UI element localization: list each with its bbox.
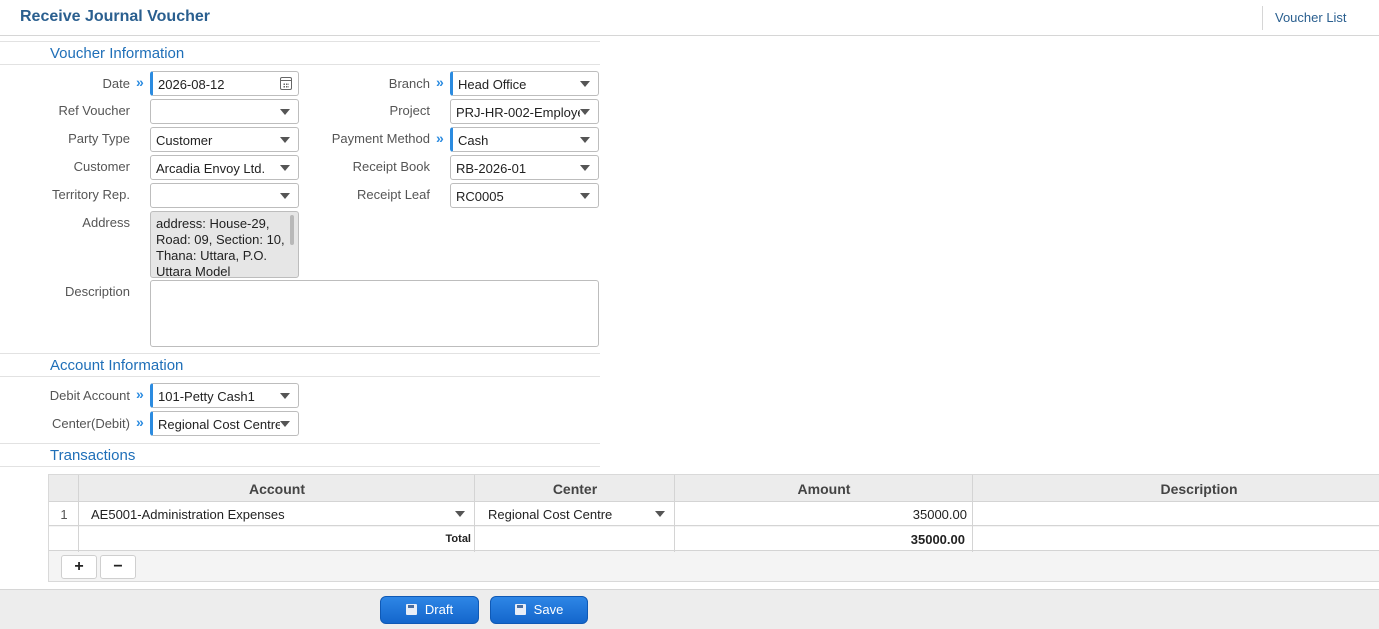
row-center-value[interactable]: Regional Cost Centre bbox=[488, 507, 612, 522]
floppy-disk-icon bbox=[405, 604, 417, 615]
required-icon: » bbox=[136, 386, 144, 402]
customer-label: Customer bbox=[73, 159, 130, 174]
draft-button[interactable]: Draft bbox=[380, 596, 479, 624]
branch-value: Head Office bbox=[458, 77, 527, 92]
table-row[interactable]: 1 AE5001-Administration Expenses Regiona… bbox=[49, 502, 1379, 526]
total-amount: 35000.00 bbox=[910, 532, 965, 547]
caret-down-icon bbox=[280, 193, 290, 199]
debit-account-label: Debit Account bbox=[49, 388, 130, 403]
customer-value: Arcadia Envoy Ltd. bbox=[156, 161, 266, 176]
section-transactions: Transactions bbox=[0, 443, 600, 467]
total-row: Total 35000.00 bbox=[49, 527, 1379, 551]
column-divider bbox=[474, 475, 475, 552]
payment-method-select[interactable]: Cash bbox=[450, 127, 599, 152]
receipt-book-label: Receipt Book bbox=[352, 159, 430, 174]
receipt-book-select[interactable]: RB-2026-01 bbox=[450, 155, 599, 180]
caret-down-icon bbox=[280, 393, 290, 399]
top-bar: Receive Journal Voucher Voucher List bbox=[0, 0, 1379, 36]
receipt-book-value: RB-2026-01 bbox=[456, 161, 527, 176]
column-header-account[interactable]: Account bbox=[79, 481, 475, 497]
required-icon: » bbox=[436, 130, 444, 146]
date-value: 2026-08-12 bbox=[158, 77, 225, 92]
date-field[interactable]: 2026-08-12 bbox=[150, 71, 299, 96]
project-label: Project bbox=[389, 103, 430, 118]
caret-down-icon bbox=[580, 109, 590, 115]
column-divider bbox=[972, 475, 973, 552]
payment-method-value: Cash bbox=[458, 133, 489, 148]
debit-account-value: 101-Petty Cash1 bbox=[158, 389, 255, 404]
caret-down-icon bbox=[280, 421, 290, 427]
topbar-divider bbox=[1262, 6, 1263, 30]
caret-down-icon[interactable] bbox=[655, 511, 665, 517]
section-title: Account Information bbox=[50, 357, 184, 374]
caret-down-icon[interactable] bbox=[455, 511, 465, 517]
address-value: address: House-29, Road: 09, Section: 10… bbox=[156, 216, 285, 278]
date-label: Date bbox=[102, 76, 130, 91]
section-voucher-information: Voucher Information bbox=[0, 41, 600, 65]
row-amount-value[interactable]: 35000.00 bbox=[675, 507, 967, 522]
row-account-value[interactable]: AE5001-Administration Expenses bbox=[91, 507, 285, 522]
section-title: Transactions bbox=[50, 447, 136, 464]
scrollbar-thumb[interactable] bbox=[290, 215, 294, 245]
customer-select[interactable]: Arcadia Envoy Ltd. bbox=[150, 155, 299, 180]
required-icon: » bbox=[436, 74, 444, 90]
voucher-list-link[interactable]: Voucher List bbox=[1275, 10, 1347, 25]
remove-row-button[interactable]: − bbox=[100, 555, 136, 579]
territory-select[interactable] bbox=[150, 183, 299, 208]
payment-method-label: Payment Method bbox=[331, 131, 430, 146]
center-debit-select[interactable]: Regional Cost Centre bbox=[150, 411, 299, 436]
description-label: Description bbox=[64, 284, 130, 299]
center-debit-value: Regional Cost Centre bbox=[158, 417, 280, 432]
floppy-disk-icon bbox=[514, 604, 526, 615]
receipt-leaf-select[interactable]: RC0005 bbox=[450, 183, 599, 208]
section-title: Voucher Information bbox=[50, 45, 185, 62]
address-textarea[interactable]: address: House-29, Road: 09, Section: 10… bbox=[150, 211, 299, 278]
center-debit-label: Center(Debit) bbox=[51, 416, 130, 431]
column-header-description[interactable]: Description bbox=[973, 481, 1379, 497]
debit-account-select[interactable]: 101-Petty Cash1 bbox=[150, 383, 299, 408]
caret-down-icon bbox=[580, 193, 590, 199]
section-account-information: Account Information bbox=[0, 353, 600, 377]
project-select[interactable]: PRJ-HR-002-Employee bbox=[450, 99, 599, 124]
transactions-grid: Account Center Amount Description 1 AE50… bbox=[48, 474, 1379, 582]
grid-header: Account Center Amount Description bbox=[49, 475, 1379, 502]
territory-label: Territory Rep. bbox=[51, 187, 130, 202]
draft-label: Draft bbox=[424, 602, 454, 617]
receipt-leaf-value: RC0005 bbox=[456, 189, 504, 204]
total-label: Total bbox=[445, 533, 471, 545]
receipt-leaf-label: Receipt Leaf bbox=[357, 187, 430, 202]
address-label: Address bbox=[82, 215, 130, 230]
column-divider bbox=[674, 475, 675, 552]
party-type-label: Party Type bbox=[68, 131, 130, 146]
caret-down-icon bbox=[580, 81, 590, 87]
caret-down-icon bbox=[280, 109, 290, 115]
caret-down-icon bbox=[580, 165, 590, 171]
save-button[interactable]: Save bbox=[490, 596, 588, 624]
description-textarea[interactable] bbox=[150, 280, 599, 347]
column-header-center[interactable]: Center bbox=[475, 481, 675, 497]
column-header-amount[interactable]: Amount bbox=[675, 481, 973, 497]
caret-down-icon bbox=[580, 137, 590, 143]
party-type-select[interactable]: Customer bbox=[150, 127, 299, 152]
page-title: Receive Journal Voucher bbox=[20, 8, 210, 25]
ref-voucher-select[interactable] bbox=[150, 99, 299, 124]
column-divider bbox=[78, 475, 79, 552]
branch-label: Branch bbox=[388, 76, 430, 91]
footer-bar: Draft Save bbox=[0, 589, 1379, 629]
caret-down-icon bbox=[280, 165, 290, 171]
project-value: PRJ-HR-002-Employee bbox=[456, 105, 580, 120]
calendar-icon[interactable] bbox=[280, 77, 292, 90]
required-icon: » bbox=[136, 414, 144, 430]
row-number: 1 bbox=[60, 507, 68, 522]
ref-voucher-label: Ref Voucher bbox=[58, 103, 130, 118]
add-row-button[interactable]: + bbox=[61, 555, 97, 579]
required-icon: » bbox=[136, 74, 144, 90]
caret-down-icon bbox=[280, 137, 290, 143]
save-label: Save bbox=[533, 602, 564, 617]
branch-select[interactable]: Head Office bbox=[450, 71, 599, 96]
party-type-value: Customer bbox=[156, 133, 213, 148]
